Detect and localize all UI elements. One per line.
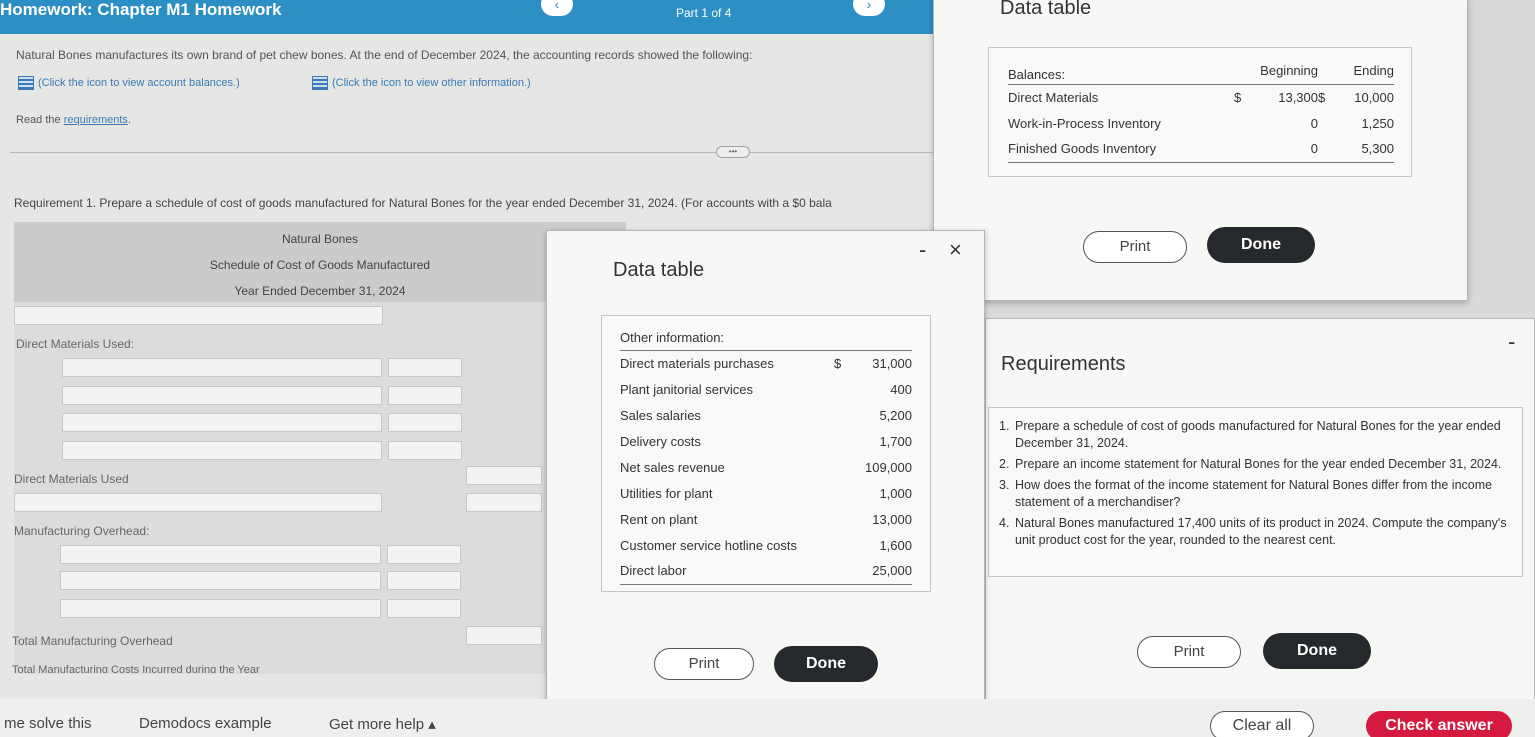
done-button[interactable]: Done <box>1263 633 1371 669</box>
requirement-1-text: Requirement 1. Prepare a schedule of cos… <box>14 196 832 210</box>
clear-all-button[interactable]: Clear all <box>1210 711 1314 737</box>
check-answer-button[interactable]: Check answer <box>1366 711 1512 737</box>
table-header: Beginning <box>1260 63 1318 79</box>
divider <box>10 152 935 153</box>
prev-part-button[interactable]: ‹ <box>541 0 573 16</box>
modal-title: Data table <box>1000 0 1092 19</box>
table-row: Customer service hotline costs 1,600 <box>620 537 912 553</box>
schedule-header: Natural Bones Schedule of Cost of Goods … <box>14 222 626 302</box>
table-row: Finished Goods Inventory 0 5,300 <box>1008 136 1394 162</box>
assignment-title: Homework: Chapter M1 Homework <box>0 0 282 19</box>
list-item: 4. Natural Bones manufactured 17,400 unit… <box>999 516 1507 547</box>
modal-title: Requirements <box>1001 353 1126 375</box>
modal-title: Data table <box>613 259 705 281</box>
total-costs-label: Total Manufacturing Costs Incurred durin… <box>12 664 260 673</box>
view-other-info-link[interactable]: (Click the icon to view other informatio… <box>312 76 531 90</box>
dm-account-input[interactable] <box>62 413 382 432</box>
mo-account-input[interactable] <box>60 571 381 590</box>
table-row: Delivery costs 1,700 <box>620 433 912 449</box>
other-info-data-table-modal: Data table - × Other information: Direct… <box>546 230 985 722</box>
table-row: Direct Materials $13,300 $10,000 <box>1008 89 1394 105</box>
dm-account-input[interactable] <box>62 358 382 377</box>
dm-account-input[interactable] <box>62 441 382 460</box>
dm-used-total-label: Direct Materials Used <box>14 472 129 486</box>
table-icon[interactable] <box>312 76 328 90</box>
chevron-right-icon: › <box>866 0 872 12</box>
table-header: Ending <box>1353 63 1394 79</box>
dm-amount-input[interactable] <box>388 413 462 432</box>
read-requirements: Read the requirements. <box>16 114 131 126</box>
mo-amount-input[interactable] <box>387 545 461 564</box>
expand-divider-button[interactable]: ••• <box>716 146 750 158</box>
schedule-line-input[interactable] <box>14 493 382 512</box>
mo-total-input[interactable] <box>466 626 542 645</box>
print-button[interactable]: Print <box>1083 231 1187 263</box>
mo-total-label: Total Manufacturing Overhead <box>12 634 173 648</box>
view-balances-text[interactable]: (Click the icon to view account balances… <box>38 77 240 89</box>
table-row: Direct materials purchases $31,000 <box>620 355 912 371</box>
dm-used-heading: Direct Materials Used: <box>16 337 135 351</box>
dm-used-total-input[interactable] <box>466 466 542 485</box>
table-row: Work-in-Process Inventory 0 1,250 <box>1008 115 1394 131</box>
balances-table: Balances: Beginning Ending Direct Materi… <box>988 47 1412 177</box>
mo-account-input[interactable] <box>60 599 381 618</box>
done-button[interactable]: Done <box>1207 227 1315 263</box>
balances-data-table-modal: Data table Balances: Beginning Ending Di… <box>933 0 1468 301</box>
list-item: 3. How does the format of the income stat… <box>999 478 1493 509</box>
schedule-period: Year Ended December 31, 2024 <box>234 284 406 298</box>
assignment-header: Homework: Chapter M1 Homework ‹ Part 1 o… <box>0 0 935 34</box>
demodocs-link[interactable]: Demodocs example <box>139 715 272 732</box>
print-button[interactable]: Print <box>654 648 754 680</box>
dm-amount-input[interactable] <box>388 358 462 377</box>
get-more-help-link[interactable]: Get more help ▴ <box>329 715 436 733</box>
other-info-table: Other information: Direct materials purc… <box>601 315 931 592</box>
table-row: Utilities for plant 1,000 <box>620 485 912 501</box>
requirements-link[interactable]: requirements <box>64 114 128 126</box>
mo-account-input[interactable] <box>60 545 381 564</box>
schedule-header-input[interactable] <box>14 306 383 325</box>
dm-account-input[interactable] <box>62 386 382 405</box>
done-button[interactable]: Done <box>774 646 878 682</box>
table-header: Balances: <box>1008 67 1066 83</box>
schedule-line-amount-input[interactable] <box>466 493 542 512</box>
table-header: Other information: <box>620 330 725 346</box>
schedule-title: Schedule of Cost of Goods Manufactured <box>209 258 431 272</box>
table-row: Net sales revenue 109,000 <box>620 459 912 475</box>
table-row: Rent on plant 13,000 <box>620 511 912 527</box>
schedule-company: Natural Bones <box>281 232 359 246</box>
view-other-info-text[interactable]: (Click the icon to view other informatio… <box>332 77 531 89</box>
dm-amount-input[interactable] <box>388 386 462 405</box>
mo-amount-input[interactable] <box>387 599 461 618</box>
chevron-left-icon: ‹ <box>554 0 560 12</box>
list-item: 2. Prepare an income statement for Natura… <box>999 457 1502 471</box>
list-item: 1. Prepare a schedule of cost of goods ma… <box>999 419 1501 450</box>
part-indicator: Part 1 of 4 <box>676 6 732 20</box>
mo-amount-input[interactable] <box>387 571 461 590</box>
help-me-solve-link[interactable]: me solve this <box>4 715 92 732</box>
question-intro: Natural Bones manufactures its own brand… <box>16 48 753 62</box>
close-icon[interactable]: × <box>949 237 962 263</box>
mo-heading: Manufacturing Overhead: <box>14 524 150 538</box>
view-balances-link[interactable]: (Click the icon to view account balances… <box>18 76 240 90</box>
print-button[interactable]: Print <box>1137 636 1241 668</box>
minimize-icon[interactable]: - <box>919 237 926 263</box>
dm-amount-input[interactable] <box>388 441 462 460</box>
table-icon[interactable] <box>18 76 34 90</box>
minimize-icon[interactable]: - <box>1508 329 1515 355</box>
table-row: Plant janitorial services 400 <box>620 381 912 397</box>
next-part-button[interactable]: › <box>853 0 885 16</box>
table-row: Direct labor 25,000 <box>620 558 912 584</box>
table-row: Sales salaries 5,200 <box>620 407 912 423</box>
requirements-list: 1. Prepare a schedule of cost of goods ma… <box>988 407 1523 577</box>
